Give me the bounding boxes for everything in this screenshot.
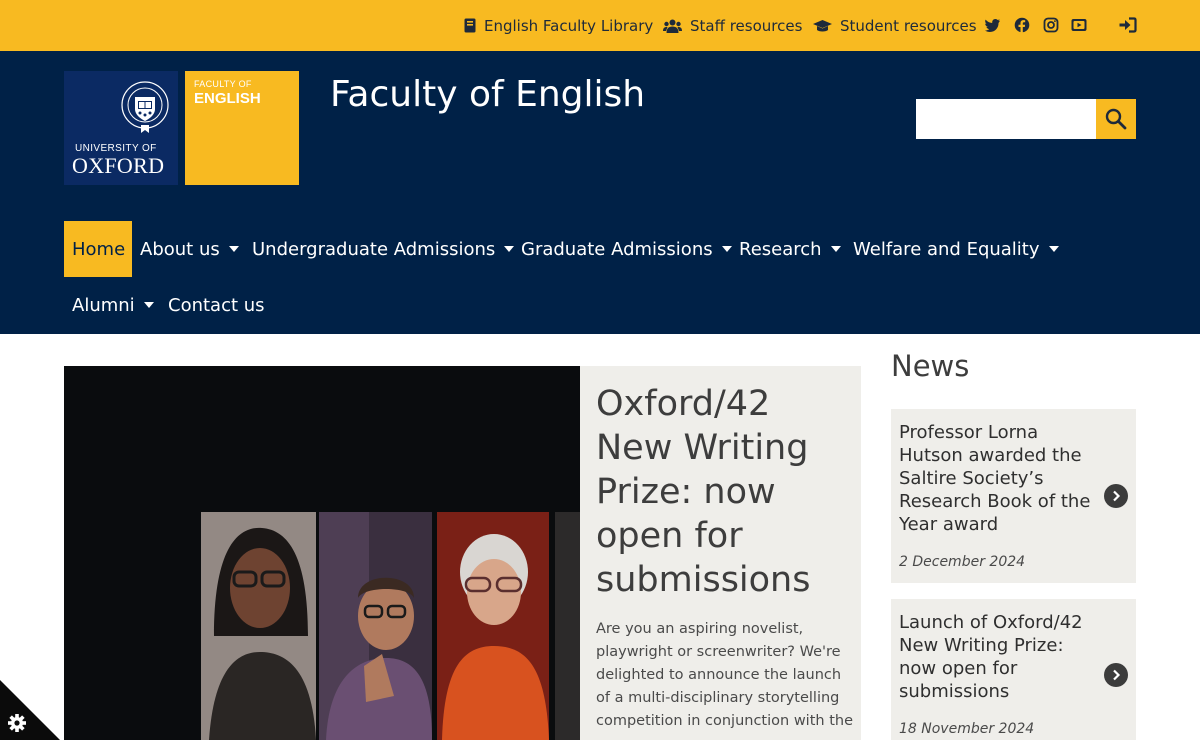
graduation-cap-icon — [813, 19, 832, 31]
news-item-date: 2 December 2024 — [899, 554, 1026, 570]
search-icon — [1105, 108, 1127, 130]
faculty-logo[interactable]: FACULTY OF ENGLISH — [185, 71, 299, 185]
users-icon — [663, 19, 682, 33]
library-link-label: English Faculty Library — [484, 16, 654, 35]
chevron-right-icon[interactable] — [1104, 484, 1128, 508]
caret-down-icon — [143, 302, 154, 308]
nav-graduate-admissions[interactable]: Graduate Admissions — [513, 221, 740, 277]
utility-bar: English Faculty Library Staff resources … — [0, 0, 1200, 51]
news-heading: News — [891, 349, 970, 383]
search-input[interactable] — [916, 99, 1096, 139]
nav-contact-us[interactable]: Contact us — [160, 277, 273, 333]
facebook-icon[interactable] — [1014, 17, 1030, 33]
feature-image[interactable] — [64, 366, 580, 740]
feature-panel: Oxford/42 New Writing Prize: now open fo… — [580, 366, 861, 740]
book-icon — [464, 18, 476, 33]
student-resources-link[interactable]: Student resources — [813, 0, 977, 51]
faculty-logo-line1: FACULTY OF — [194, 79, 252, 89]
instagram-icon[interactable] — [1043, 17, 1059, 33]
student-resources-label: Student resources — [840, 16, 977, 35]
nav-graduate-label: Graduate Admissions — [521, 238, 713, 260]
portraits-photo — [64, 366, 580, 740]
youtube-icon[interactable] — [1071, 17, 1087, 33]
news-item-title[interactable]: Professor Lorna Hutson awarded the Salti… — [899, 421, 1095, 536]
nav-alumni-label: Alumni — [72, 294, 135, 316]
feature-summary: Are you an aspiring novelist, playwright… — [596, 621, 853, 729]
news-item[interactable]: Launch of Oxford/42 New Writing Prize: n… — [891, 599, 1136, 740]
nav-research[interactable]: Research — [731, 221, 849, 277]
oxford-logo[interactable]: UNIVERSITY OF OXFORD — [64, 71, 178, 185]
nav-about-us-label: About us — [140, 238, 220, 260]
nav-undergraduate-label: Undergraduate Admissions — [252, 238, 496, 260]
caret-down-icon — [228, 246, 239, 252]
cookie-settings-button[interactable] — [0, 680, 60, 740]
nav-contact-us-label: Contact us — [168, 294, 265, 316]
sign-in-icon[interactable] — [1119, 17, 1137, 33]
news-item-date: 18 November 2024 — [899, 721, 1035, 737]
nav-about-us[interactable]: About us — [132, 221, 247, 277]
nav-welfare-equality[interactable]: Welfare and Equality — [845, 221, 1067, 277]
search-button[interactable] — [1096, 99, 1136, 139]
nav-alumni[interactable]: Alumni — [64, 277, 162, 333]
gear-icon — [8, 714, 26, 732]
caret-down-icon — [1048, 246, 1059, 252]
nav-welfare-label: Welfare and Equality — [853, 238, 1040, 260]
news-item[interactable]: Professor Lorna Hutson awarded the Salti… — [891, 409, 1136, 583]
library-link[interactable]: English Faculty Library — [464, 0, 653, 51]
news-item-title[interactable]: Launch of Oxford/42 New Writing Prize: n… — [899, 611, 1095, 703]
nav-research-label: Research — [739, 238, 822, 260]
feature-title[interactable]: Oxford/42 New Writing Prize: now open fo… — [596, 382, 854, 602]
site-title[interactable]: Faculty of English — [330, 74, 645, 115]
oxford-logo-line2: OXFORD — [72, 153, 165, 178]
caret-down-icon — [830, 246, 841, 252]
nav-home-label: Home — [72, 238, 126, 260]
staff-resources-label: Staff resources — [690, 16, 803, 35]
faculty-logo-line2: ENGLISH — [194, 90, 261, 107]
nav-home[interactable]: Home — [64, 221, 132, 277]
chevron-right-icon[interactable] — [1104, 663, 1128, 687]
oxford-crest-icon — [121, 81, 169, 133]
nav-undergraduate-admissions[interactable]: Undergraduate Admissions — [244, 221, 522, 277]
twitter-icon[interactable] — [985, 17, 1001, 33]
staff-resources-link[interactable]: Staff resources — [663, 0, 802, 51]
